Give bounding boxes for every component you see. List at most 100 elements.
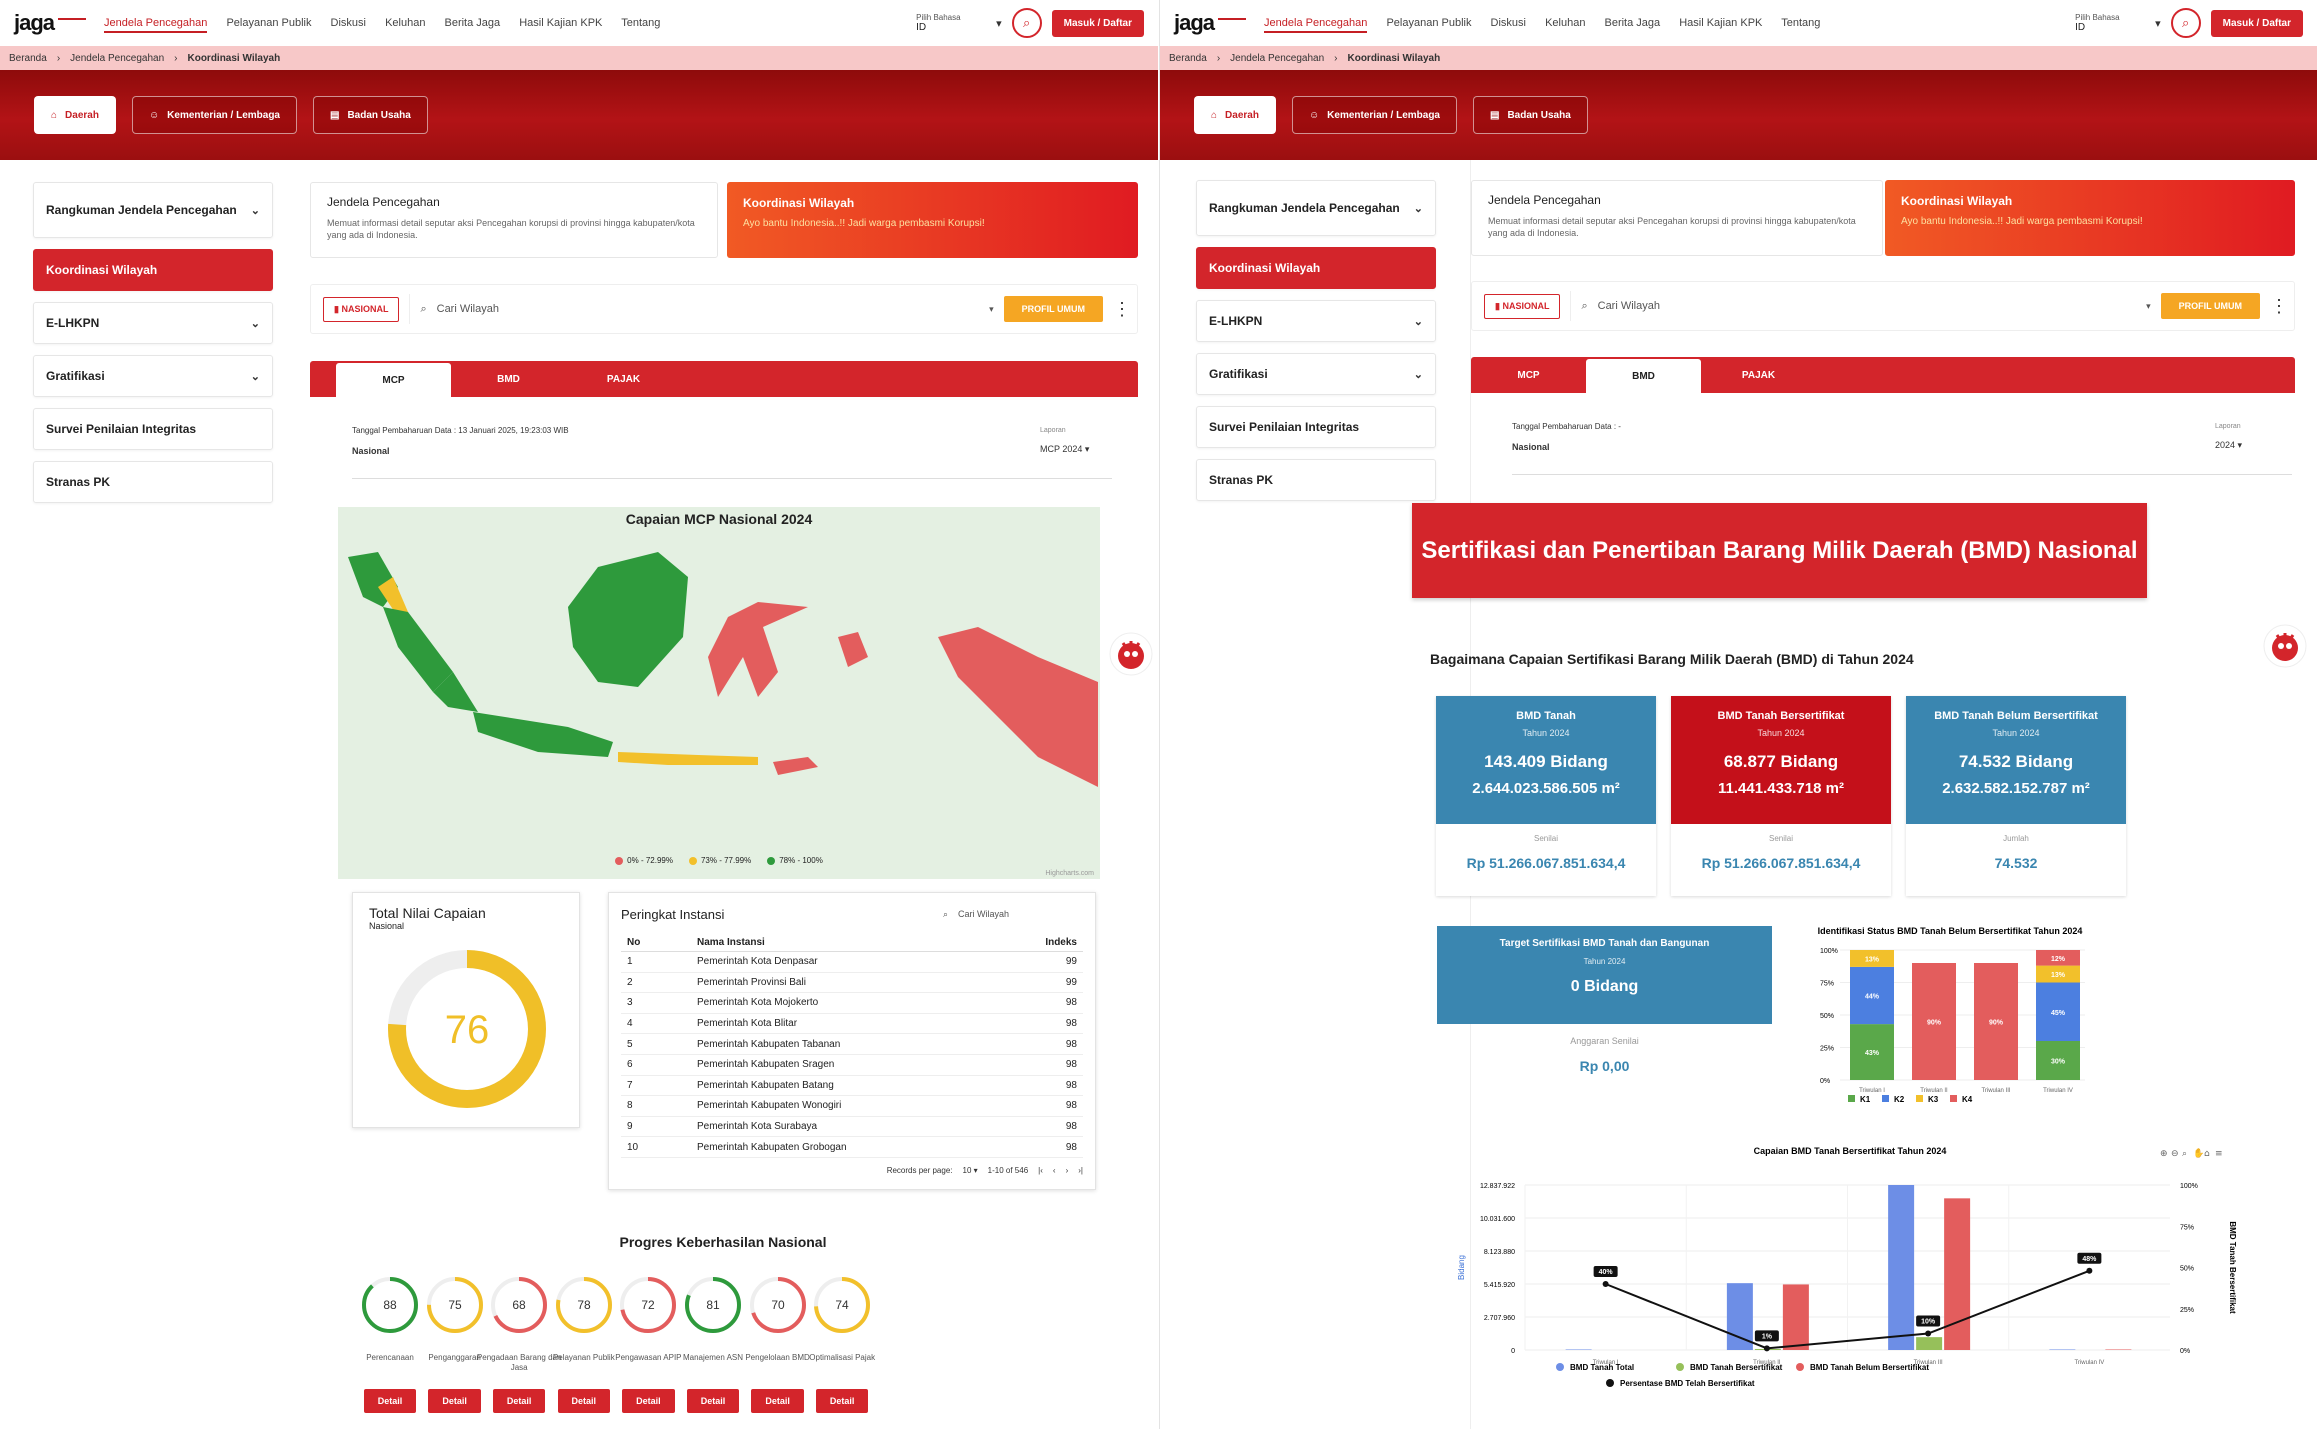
legend-item: 0% - 72.99% — [615, 856, 673, 865]
svg-text:68: 68 — [513, 1298, 527, 1312]
sidebar-item-gratifikasi[interactable]: Gratifikasi ⌄ — [33, 355, 273, 397]
zoom-out-icon[interactable]: ⊖ — [2171, 1149, 2179, 1159]
search-icon: ⌕ — [420, 302, 427, 315]
sidebar-item-gratifikasi[interactable]: Gratifikasi ⌄ — [1196, 353, 1436, 395]
nav-tentang[interactable]: Tentang — [621, 17, 660, 29]
data-label: 43% — [1865, 1050, 1880, 1057]
nav-hasil-kajian[interactable]: Hasil Kajian KPK — [519, 17, 602, 29]
nav-tentang[interactable]: Tentang — [1781, 17, 1820, 29]
tab-daerah[interactable]: ⌂ Daerah — [1194, 96, 1276, 134]
tab-pajak[interactable]: PAJAK — [1701, 357, 1816, 393]
ranking-search[interactable]: ⌕ Cari Wilayah — [943, 909, 1083, 920]
sidebar-item-stranas[interactable]: Stranas PK — [1196, 459, 1436, 501]
line-point — [2086, 1267, 2093, 1274]
nav-berita-jaga[interactable]: Berita Jaga — [445, 17, 501, 29]
sidebar-item-survei[interactable]: Survei Penilaian Integritas — [33, 408, 273, 450]
sidebar-item-rangkuman[interactable]: Rangkuman Jendela Pencegahan ⌄ — [1196, 180, 1436, 236]
detail-button[interactable]: Detail — [815, 1389, 869, 1413]
search-icon[interactable]: ⌕ — [2182, 1149, 2187, 1159]
progress-item: 74 Optimalisasi Pajak Detail — [797, 1274, 887, 1413]
progress-title: Progres Keberhasilan Nasional — [619, 1234, 827, 1250]
line-label: 1% — [1762, 1333, 1773, 1340]
last-page-icon[interactable]: ›| — [1078, 1166, 1083, 1175]
nav-keluhan[interactable]: Keluhan — [385, 17, 425, 29]
legend-label: Persentase BMD Telah Bersertifikat — [1620, 1379, 1755, 1388]
tab-kementerian[interactable]: ☺ Kementerian / Lembaga — [1291, 96, 1457, 134]
sidebar-item-koordinasi[interactable]: Koordinasi Wilayah — [1196, 247, 1436, 289]
nav-pelayanan-publik[interactable]: Pelayanan Publik — [226, 17, 311, 29]
crumb-home[interactable]: Beranda — [1169, 53, 1207, 64]
crumb-current: Koordinasi Wilayah — [1347, 52, 1441, 64]
sidebar-item-rangkuman[interactable]: Rangkuman Jendela Pencegahan ⌄ — [33, 182, 273, 238]
hero-banner: ⌂ Daerah ☺ Kementerian / Lembaga ▤ Badan Us… — [0, 70, 1158, 160]
logo[interactable]: jaga — [14, 10, 87, 36]
nasional-button[interactable]: ▮ NASIONAL — [323, 296, 400, 322]
tab-daerah[interactable]: ⌂ Daerah — [34, 96, 116, 134]
nav-jendela-pencegahan[interactable]: Jendela Pencegahan — [104, 17, 208, 33]
zoom-in-icon[interactable]: ⊕ — [2160, 1149, 2168, 1159]
search-icon[interactable]: ⌕ — [2170, 8, 2201, 38]
detail-button[interactable]: Detail — [557, 1389, 611, 1413]
wilayah-search[interactable]: ⌕ Cari Wilayah ▾ — [1570, 291, 2151, 321]
nasional-button[interactable]: ▮ NASIONAL — [1484, 293, 1561, 319]
login-button[interactable]: Masuk / Daftar — [2210, 9, 2303, 37]
detail-button[interactable]: Detail — [751, 1389, 804, 1413]
mascot-icon[interactable] — [2262, 623, 2308, 669]
detail-button[interactable]: Detail — [492, 1389, 546, 1413]
language-select[interactable]: Pilih Bahasa ID — [2075, 13, 2145, 33]
pan-icon[interactable]: ✋ — [2193, 1147, 2204, 1159]
bar — [2049, 1349, 2076, 1350]
tab-pajak[interactable]: PAJAK — [566, 361, 681, 397]
home-icon[interactable]: ⌂ — [2204, 1149, 2210, 1159]
nav-diskusi[interactable]: Diskusi — [331, 17, 366, 29]
nav-berita-jaga[interactable]: Berita Jaga — [1605, 17, 1661, 29]
tab-kementerian[interactable]: ☺ Kementerian / Lembaga — [131, 96, 297, 134]
prev-page-icon[interactable]: ‹ — [1053, 1166, 1056, 1175]
mascot-icon[interactable] — [1108, 631, 1154, 677]
search-icon[interactable]: ⌕ — [1011, 8, 1042, 38]
tab-badan-usaha[interactable]: ▤ Badan Usaha — [312, 96, 428, 134]
laporan-select[interactable]: Laporan 2024 ▾ — [2215, 423, 2285, 451]
tab-mcp[interactable]: MCP — [336, 363, 451, 397]
nav-pelayanan-publik[interactable]: Pelayanan Publik — [1386, 17, 1471, 29]
profil-umum-button[interactable]: PROFIL UMUM — [1003, 296, 1103, 322]
sidebar-item-survei[interactable]: Survei Penilaian Integritas — [1196, 406, 1436, 448]
language-select[interactable]: Pilih Bahasa ID — [916, 13, 986, 33]
next-page-icon[interactable]: › — [1066, 1166, 1069, 1175]
tab-bmd[interactable]: BMD — [451, 361, 566, 397]
y2-tick: 25% — [2180, 1307, 2194, 1314]
table-row: 7 Pemerintah Kabupaten Batang 98 — [621, 1075, 1083, 1097]
laporan-select[interactable]: Laporan MCP 2024 ▾ — [1040, 427, 1110, 455]
crumb-jendela[interactable]: Jendela Pencegahan — [1230, 53, 1324, 64]
first-page-icon[interactable]: |‹ — [1038, 1166, 1043, 1175]
crumb-home[interactable]: Beranda — [9, 53, 47, 64]
detail-button[interactable]: Detail — [428, 1389, 481, 1413]
sidebar-item-elhkpn[interactable]: E-LHKPN ⌄ — [33, 302, 273, 344]
sidebar-item-elhkpn[interactable]: E-LHKPN ⌄ — [1196, 300, 1436, 342]
sidebar-item-stranas[interactable]: Stranas PK — [33, 461, 273, 503]
nav-hasil-kajian[interactable]: Hasil Kajian KPK — [1679, 17, 1762, 29]
nav-diskusi[interactable]: Diskusi — [1491, 17, 1526, 29]
tab-bmd[interactable]: BMD — [1586, 359, 1701, 393]
more-icon[interactable]: ⋮ — [1113, 299, 1131, 320]
wilayah-search[interactable]: ⌕ Cari Wilayah ▾ — [409, 294, 994, 324]
detail-button[interactable]: Detail — [686, 1389, 740, 1413]
crumb-jendela[interactable]: Jendela Pencegahan — [70, 53, 164, 64]
tab-mcp[interactable]: MCP — [1471, 357, 1586, 393]
detail-button[interactable]: Detail — [622, 1389, 675, 1413]
menu-icon[interactable]: ≡ — [2215, 1149, 2223, 1159]
nav-keluhan[interactable]: Keluhan — [1545, 17, 1585, 29]
chevron-down-icon: ▾ — [996, 17, 1002, 30]
detail-button[interactable]: Detail — [363, 1389, 417, 1413]
profil-umum-button[interactable]: PROFIL UMUM — [2160, 293, 2260, 319]
nav-jendela-pencegahan[interactable]: Jendela Pencegahan — [1264, 17, 1368, 33]
logo[interactable]: jaga — [1174, 10, 1247, 36]
sidebar: Rangkuman Jendela Pencegahan ⌄ Koordinasi… — [33, 182, 273, 514]
records-select[interactable]: 10 ▾ — [963, 1166, 978, 1175]
login-button[interactable]: Masuk / Daftar — [1051, 9, 1144, 37]
crumb-current: Koordinasi Wilayah — [187, 52, 281, 64]
line-point — [1763, 1345, 1770, 1352]
sidebar-item-koordinasi[interactable]: Koordinasi Wilayah — [33, 249, 273, 291]
tab-badan-usaha[interactable]: ▤ Badan Usaha — [1472, 96, 1588, 134]
more-icon[interactable]: ⋮ — [2270, 296, 2288, 317]
